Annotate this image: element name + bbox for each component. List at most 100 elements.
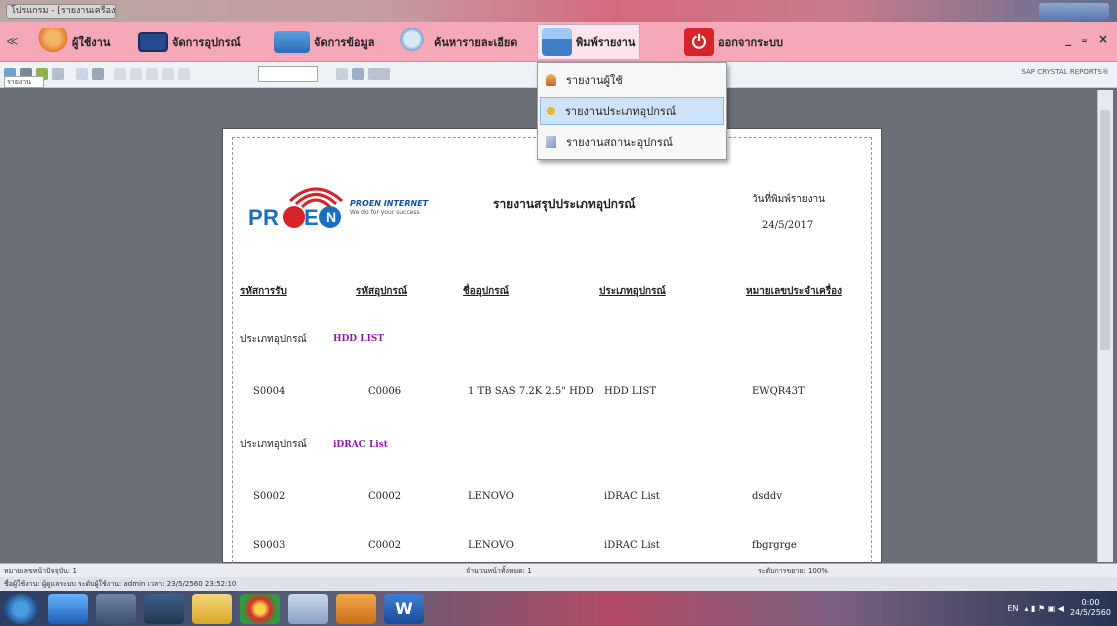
menu-item-label: ค้นหารายละเอียด <box>434 36 518 49</box>
binoculars-icon[interactable] <box>352 68 364 80</box>
scrollbar-thumb[interactable] <box>1100 110 1110 350</box>
table-cell: EWQR43T <box>752 386 805 397</box>
zoom-icon[interactable] <box>368 68 390 80</box>
language-indicator[interactable]: EN <box>1007 604 1018 613</box>
company-logo: P R E N PROEN INTERNET We do for your su… <box>246 179 456 231</box>
laptop-icon <box>274 31 310 53</box>
menu-item-users[interactable]: ผู้ใช้งาน <box>34 24 114 60</box>
zoom-status: ระดับการขยาย: 100% <box>758 567 828 575</box>
column-header: ประเภทอุปกรณ์ <box>599 286 666 297</box>
user-icon <box>546 74 556 86</box>
clock[interactable]: 0:00 24/5/2560 <box>1070 598 1111 618</box>
visual-studio-icon[interactable] <box>336 594 376 624</box>
window-close-button[interactable] <box>1039 3 1109 19</box>
print-date-value: 24/5/2017 <box>762 220 814 231</box>
folder-icon[interactable] <box>192 594 232 624</box>
media-icon[interactable] <box>96 594 136 624</box>
menu-item-label: ออกจากระบบ <box>718 36 783 49</box>
window-title-tab[interactable]: โปรแกรม - [รายงานเครื่อง] <box>6 4 116 19</box>
search-icon <box>400 28 430 56</box>
dropdown-item-user-report[interactable]: รายงานผู้ใช้ <box>540 66 724 94</box>
printer-icon <box>542 28 572 56</box>
window-title-bar <box>0 0 1117 22</box>
total-pages-status: จำนวนหน้าทั้งหมด: 1 <box>466 567 532 575</box>
goto-page-icon[interactable] <box>178 68 190 80</box>
dropdown-item-equipment-status-report[interactable]: รายงานสถานะอุปกรณ์ <box>540 128 724 156</box>
column-header: รหัสการรับ <box>240 286 287 297</box>
menu-arrow-icon: ≪ <box>6 34 19 48</box>
svg-text:N: N <box>326 209 336 225</box>
prev-page-icon[interactable] <box>130 68 142 80</box>
table-cell: S0003 <box>253 540 286 551</box>
current-page-status: หมายเลขหน้าปัจจุบัน: 1 <box>4 567 77 575</box>
report-title: รายงานสรุปประเภทอุปกรณ์ <box>493 197 636 211</box>
last-page-icon[interactable] <box>162 68 174 80</box>
word-icon[interactable]: W <box>384 594 424 624</box>
svg-text:R: R <box>263 205 279 230</box>
crystal-reports-brand: SAP CRYSTAL REPORTS® <box>1021 68 1109 76</box>
main-report-tab[interactable]: รายงานหลัก <box>4 76 44 88</box>
svg-text:E: E <box>304 205 319 230</box>
dropdown-item-label: รายงานประเภทอุปกรณ์ <box>565 105 677 118</box>
table-cell: fbgrgrge <box>752 540 797 551</box>
group-label: ประเภทอุปกรณ์ <box>240 334 307 345</box>
clock-time: 0:00 <box>1081 598 1100 607</box>
menu-item-label: พิมพ์รายงาน <box>576 36 636 49</box>
clock-date: 24/5/2560 <box>1069 608 1111 617</box>
app-icon[interactable] <box>144 594 184 624</box>
group-label: ประเภทอุปกรณ์ <box>240 439 307 450</box>
logo-company-name: PROEN INTERNET <box>350 199 429 208</box>
print-report-dropdown: รายงานผู้ใช้ รายงานประเภทอุปกรณ์ รายงานส… <box>537 62 727 160</box>
menu-item-manage-data[interactable]: จัดการข้อมูล <box>270 24 378 60</box>
table-cell: LENOVO <box>468 491 514 502</box>
table-cell: C0006 <box>368 386 402 397</box>
table-cell: C0002 <box>368 491 402 502</box>
print-date-label: วันที่พิมพ์รายงาน <box>752 194 825 205</box>
list-icon <box>547 107 555 115</box>
table-cell: S0004 <box>253 386 286 397</box>
tray-icons[interactable]: ▴ ▮ ⚑ ▣ ◀ <box>1024 604 1063 613</box>
first-page-icon[interactable] <box>114 68 126 80</box>
group-name: iDRAC List <box>333 440 388 450</box>
column-header: ชื่ออุปกรณ์ <box>463 286 509 297</box>
menu-item-search[interactable]: ค้นหารายละเอียด <box>396 24 521 60</box>
viewer-status-bar: หมายเลขหน้าปัจจุบัน: 1 จำนวนหน้าทั้งหมด:… <box>0 563 1117 577</box>
app-icon[interactable] <box>288 594 328 624</box>
internet-explorer-icon[interactable] <box>48 594 88 624</box>
menu-item-logout[interactable]: ⏻ ออกจากระบบ <box>680 24 787 60</box>
parameters-icon[interactable] <box>92 68 104 80</box>
windows-taskbar: W EN ▴ ▮ ⚑ ▣ ◀ 0:00 24/5/2560 <box>0 591 1117 626</box>
find-icon[interactable] <box>336 68 348 80</box>
table-cell: dsddv <box>752 491 782 502</box>
dropdown-item-equipment-type-report[interactable]: รายงานประเภทอุปกรณ์ <box>540 97 724 125</box>
menu-item-label: จัดการข้อมูล <box>314 36 375 49</box>
user-icon <box>38 28 68 56</box>
table-cell: S0002 <box>253 491 286 502</box>
app-status-bar: ชื่อผู้ใช้งาน: ผู้ดูแลระบบ ระดับผู้ใช้งา… <box>0 577 1117 591</box>
dropdown-item-label: รายงานผู้ใช้ <box>566 74 623 87</box>
menu-item-label: จัดการอุปกรณ์ <box>172 36 241 49</box>
table-cell: 1 TB SAS 7.2K 2.5" HDD <box>468 386 594 397</box>
menu-item-label: ผู้ใช้งาน <box>72 36 111 49</box>
table-cell: iDRAC List <box>604 491 660 502</box>
table-cell: LENOVO <box>468 540 514 551</box>
main-menu-bar: ≪ ผู้ใช้งาน จัดการอุปกรณ์ จัดการข้อมูล ค… <box>0 22 1117 62</box>
next-page-icon[interactable] <box>146 68 158 80</box>
table-cell: C0002 <box>368 540 402 551</box>
menu-item-manage-equipment[interactable]: จัดการอุปกรณ์ <box>134 24 245 60</box>
start-button-icon[interactable] <box>4 594 38 624</box>
dropdown-item-label: รายงานสถานะอุปกรณ์ <box>566 136 673 149</box>
table-cell: HDD LIST <box>604 386 657 397</box>
chrome-icon[interactable] <box>240 594 280 624</box>
login-status: ชื่อผู้ใช้งาน: ผู้ดูแลระบบ ระดับผู้ใช้งา… <box>4 580 237 588</box>
group-tree-icon[interactable] <box>76 68 88 80</box>
column-header: หมายเลขประจำเครื่อง <box>746 286 842 297</box>
svg-text:P: P <box>248 205 263 230</box>
page-number-input[interactable] <box>258 66 318 82</box>
system-tray: EN ▴ ▮ ⚑ ▣ ◀ 0:00 24/5/2560 <box>1007 595 1111 621</box>
monitor-icon <box>138 32 168 52</box>
power-icon: ⏻ <box>684 28 714 56</box>
mdi-window-controls[interactable]: _ ₌ × <box>1065 32 1111 46</box>
menu-item-print-report[interactable]: พิมพ์รายงาน <box>537 24 641 60</box>
copy-icon[interactable] <box>52 68 64 80</box>
